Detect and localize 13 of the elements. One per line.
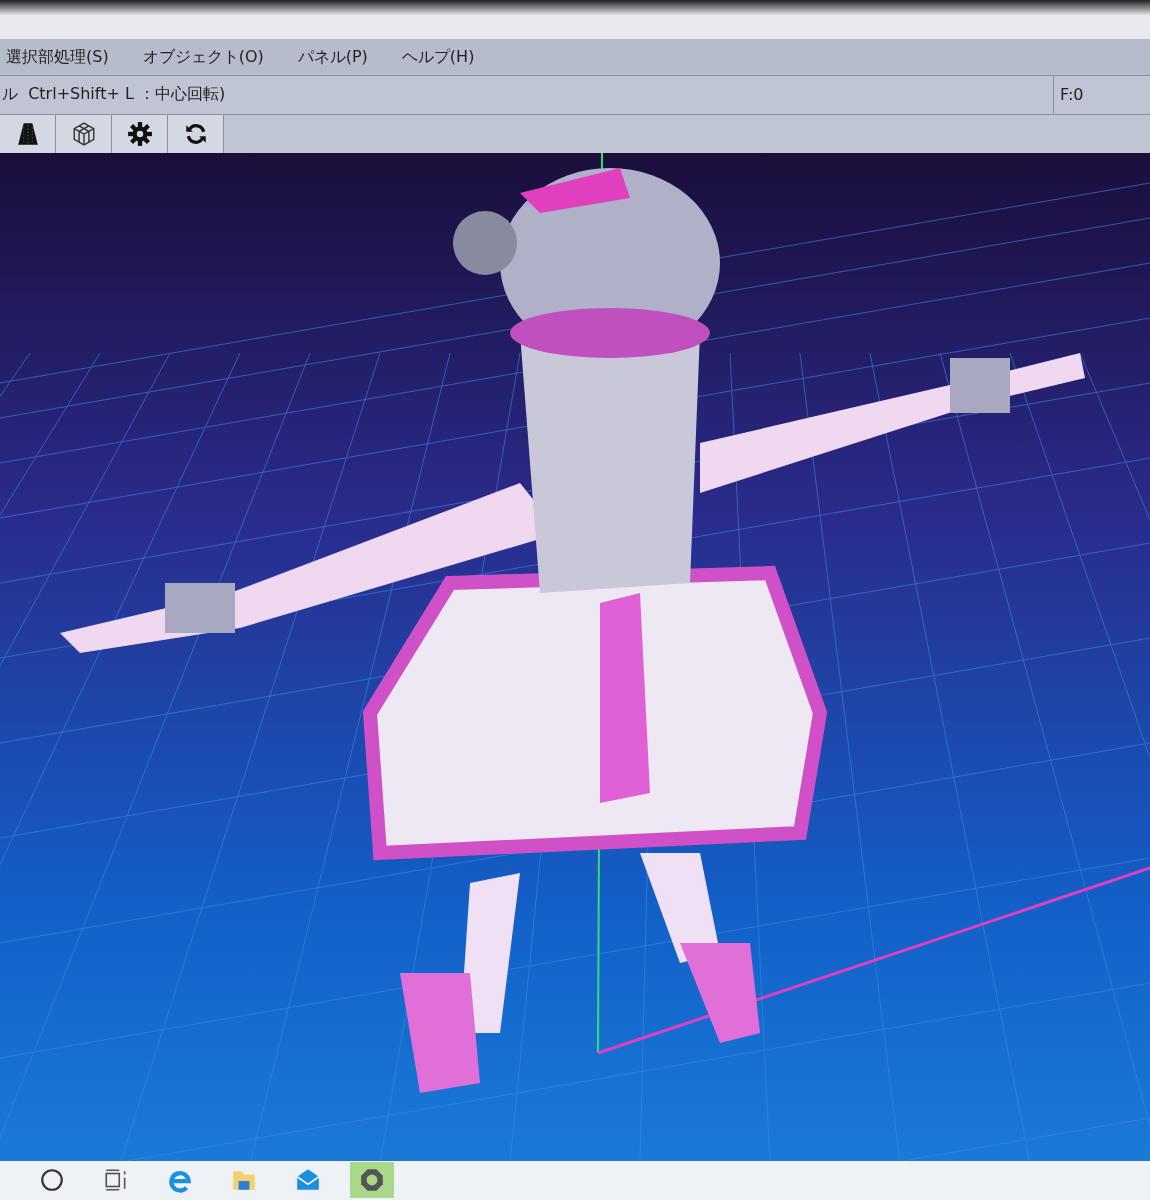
cube-tool-button[interactable]	[56, 114, 112, 153]
status-text: ル Ctrl+Shift+ L ：中心回転)	[1, 83, 227, 106]
menu-item[interactable]: ヘルプ(H)	[399, 42, 477, 72]
menu-item[interactable]: パネル(P)	[295, 42, 370, 72]
trapezoid-tool-button[interactable]	[0, 114, 56, 153]
app-icon[interactable]	[350, 1162, 394, 1199]
frame-counter: F:0	[1053, 76, 1150, 114]
menu-item[interactable]: オブジェクト(O)	[140, 42, 266, 72]
settings-icon	[126, 120, 153, 147]
settings-button[interactable]	[112, 114, 168, 153]
menu-item[interactable]: 選択部処理(S)	[4, 42, 111, 72]
3d-viewport[interactable]	[0, 152, 1150, 1161]
refresh-button[interactable]	[168, 114, 224, 153]
